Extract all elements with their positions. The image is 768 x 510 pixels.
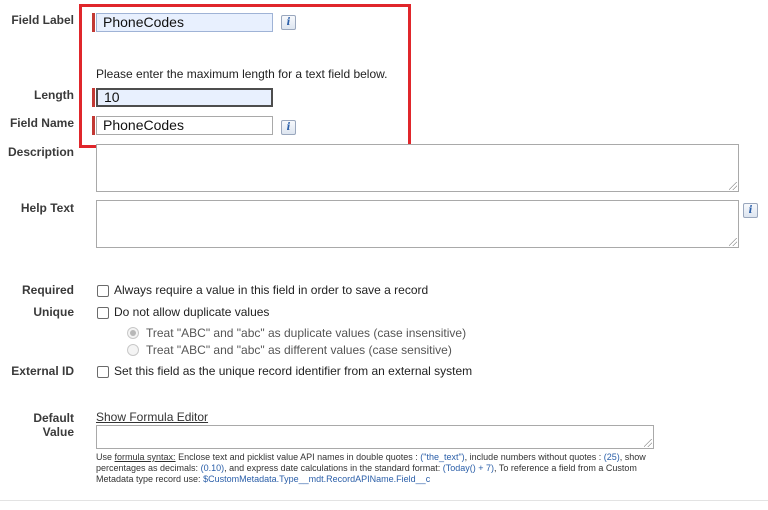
case-sensitive-label: Treat "ABC" and "abc" as different value… xyxy=(146,343,452,357)
default-value-label: Default Value xyxy=(33,411,74,439)
bottom-divider xyxy=(0,500,768,501)
length-label: Length xyxy=(34,88,74,102)
external-id-checkbox-label: Set this field as the unique record iden… xyxy=(114,364,473,378)
field-label-label: Field Label xyxy=(11,13,74,27)
case-insensitive-label: Treat "ABC" and "abc" as duplicate value… xyxy=(146,326,467,340)
description-textarea[interactable] xyxy=(96,144,739,192)
hint-example-text: ("the_text") xyxy=(420,452,465,462)
help-text-textarea[interactable] xyxy=(96,200,739,248)
required-label: Required xyxy=(21,283,74,297)
show-formula-editor-link[interactable]: Show Formula Editor xyxy=(96,410,208,424)
hint-part-4: , and express date calculations in the s… xyxy=(224,463,441,473)
unique-checkbox[interactable] xyxy=(97,307,109,319)
required-checkbox-label: Always require a value in this field in … xyxy=(114,283,429,297)
help-text-resize-handle[interactable] xyxy=(729,238,737,246)
default-value-resize-handle[interactable] xyxy=(644,439,652,447)
external-id-checkbox[interactable] xyxy=(97,366,109,378)
external-id-label: External ID xyxy=(11,364,74,378)
hint-example-number: (25) xyxy=(603,452,620,462)
required-checkbox[interactable] xyxy=(97,285,109,297)
hint-example-metadata: $CustomMetadata.Type__mdt.RecordAPIName.… xyxy=(203,474,431,484)
highlight-box xyxy=(79,4,411,148)
unique-label: Unique xyxy=(33,305,74,319)
formula-syntax-link[interactable]: formula syntax: xyxy=(115,452,176,462)
field-name-label: Field Name xyxy=(9,116,74,130)
hint-part-2: , include numbers without quotes : xyxy=(464,452,602,462)
case-insensitive-radio[interactable] xyxy=(127,327,139,339)
description-resize-handle[interactable] xyxy=(729,182,737,190)
default-value-textarea[interactable] xyxy=(96,425,654,449)
formula-hint: Use formula syntax: Enclose text and pic… xyxy=(96,452,656,485)
description-label: Description xyxy=(7,145,74,159)
hint-use: Use xyxy=(96,452,113,462)
hint-part-1: Enclose text and picklist value API name… xyxy=(178,452,418,462)
hint-example-percent: (0.10) xyxy=(200,463,225,473)
case-sensitive-radio[interactable] xyxy=(127,344,139,356)
hint-example-date: (Today() + 7) xyxy=(442,463,495,473)
help-text-label: Help Text xyxy=(20,201,74,215)
help-text-info-icon[interactable]: i xyxy=(743,203,758,218)
unique-checkbox-label: Do not allow duplicate values xyxy=(114,305,270,319)
